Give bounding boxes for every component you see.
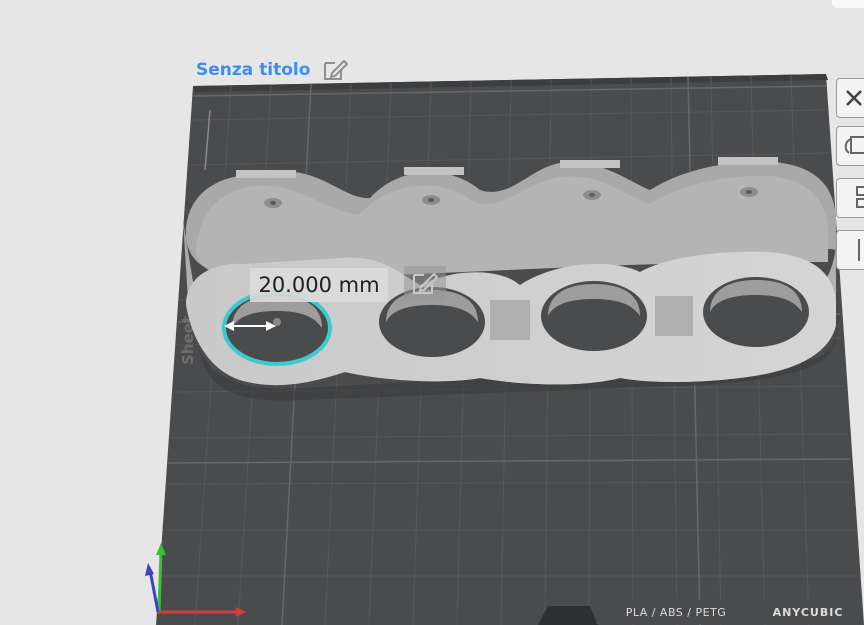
bed-filament-label: PLA / ABS / PETG [596, 600, 756, 624]
scale-tool-button[interactable] [836, 178, 864, 218]
measurement-value-label: 20.000 mm [250, 268, 388, 302]
pencil-square-icon[interactable] [322, 58, 349, 82]
cut-icon [858, 239, 860, 261]
bed-brand-label: ANYCUBIC [760, 600, 856, 624]
pencil-square-icon [413, 272, 439, 294]
project-title-bar: Senza titolo [196, 58, 349, 82]
close-tool-button[interactable] [836, 78, 864, 118]
project-title[interactable]: Senza titolo [196, 60, 310, 80]
right-toolbar [836, 74, 864, 294]
measure-center-hole [273, 318, 281, 326]
viewport-3d[interactable]: Sheet [0, 0, 864, 625]
cut-tool-button[interactable] [836, 230, 864, 270]
close-icon [846, 90, 862, 106]
edit-measurement-button[interactable] [404, 266, 446, 300]
rotate-tool-button[interactable] [836, 126, 864, 166]
window-corner [832, 0, 864, 8]
scale-icon [856, 186, 864, 208]
rotate-icon [844, 136, 864, 154]
